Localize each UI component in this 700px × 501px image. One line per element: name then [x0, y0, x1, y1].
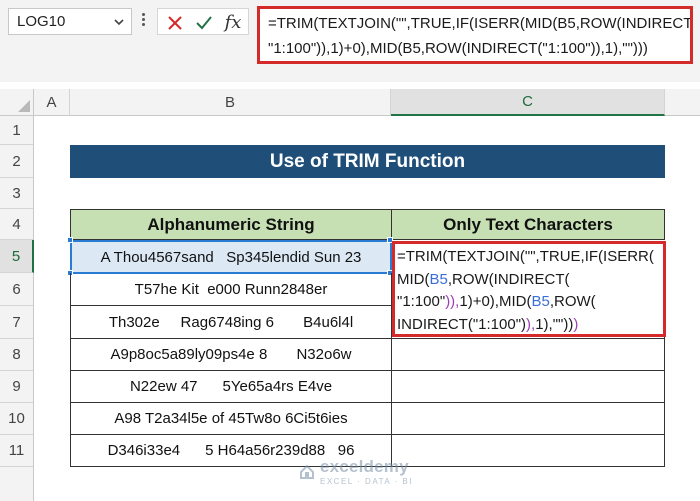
column-header-d[interactable]	[665, 89, 700, 116]
edit-line-4: INDIRECT("1:100")),1),"")))	[397, 314, 663, 335]
formula-segment: ,ROW(INDIRECT(	[447, 270, 570, 288]
watermark-tagline: EXCEL · DATA · BI	[320, 477, 413, 486]
formula-segment: )),	[445, 293, 460, 310]
insert-function-icon: fx	[224, 12, 242, 33]
formula-segment: 1),""))	[535, 315, 574, 333]
formula-segment: 1)+0),MID(	[459, 293, 532, 310]
edit-line-1: =TRIM(TEXTJOIN("",TRUE,IF(ISERR(	[397, 246, 663, 269]
row-header-8[interactable]: 8	[0, 339, 34, 371]
formula-segment: ,ROW(	[549, 293, 596, 310]
formula-buttons: fx	[157, 8, 249, 35]
cell-b7[interactable]: Th302e Rag6748ing 6 B4u6l4l	[70, 306, 392, 339]
edit-line-2: MID(B5,ROW(INDIRECT(	[397, 269, 663, 292]
cell-reference: B5	[531, 293, 550, 310]
row-header-4[interactable]: 4	[0, 209, 34, 240]
row-header-11[interactable]: 11	[0, 435, 34, 467]
selection-handle[interactable]	[67, 237, 73, 243]
formula-line-1: =TRIM(TEXTJOIN("",TRUE,IF(ISERR(MID(B5,R…	[268, 15, 693, 32]
row-header-9[interactable]: 9	[0, 371, 34, 403]
formula-segment: ),	[526, 315, 536, 333]
name-box-value: LOG10	[17, 13, 66, 30]
column-header-c[interactable]: C	[391, 89, 665, 116]
exceldemy-logo-icon	[300, 464, 314, 479]
formula-line-2: "1:100")),1)+0),MID(B5,ROW(INDIRECT("1:1…	[268, 40, 648, 57]
formula-segment: INDIRECT("1:100")	[397, 315, 527, 333]
cell-b8[interactable]: A9p8oc5a89ly09ps4e 8 N32o6w	[70, 339, 392, 371]
cell-c10[interactable]	[391, 403, 665, 435]
cell-b10[interactable]: A98 T2a34l5e of 45Tw8o 6Ci5t6ies	[70, 403, 392, 435]
cell-b9[interactable]: N22ew 47 5Ye65a4rs E4ve	[70, 371, 392, 403]
watermark-name: exceldemy	[320, 457, 409, 476]
cell-reference: B5	[429, 270, 448, 288]
cell-b6[interactable]: T57he Kit e000 Runn2848er	[70, 273, 392, 306]
column-header-b[interactable]: B	[70, 89, 391, 116]
row-header-10[interactable]: 10	[0, 403, 34, 435]
cell-c8[interactable]	[391, 339, 665, 371]
cell-c5-edit[interactable]: =TRIM(TEXTJOIN("",TRUE,IF(ISERR(MID(B5,R…	[392, 241, 666, 337]
column-header-a[interactable]: A	[34, 89, 70, 116]
formula-input[interactable]: =TRIM(TEXTJOIN("",TRUE,IF(ISERR(MID(B5,R…	[257, 6, 693, 64]
formula-segment: MID(	[397, 270, 430, 288]
edit-line-3: "1:100")),1)+0),MID(B5,ROW(	[397, 291, 663, 314]
name-box[interactable]: LOG10	[8, 8, 132, 35]
enter-button[interactable]	[189, 9, 219, 36]
cancel-button[interactable]	[160, 9, 190, 36]
cell-b5[interactable]: A Thou4567sand Sp345lendid Sun 23	[70, 240, 392, 274]
row-header-6[interactable]: 6	[0, 273, 34, 306]
cancel-icon	[168, 15, 182, 30]
cell-c11[interactable]	[391, 435, 665, 467]
formula-segment: "1:100"	[397, 293, 446, 310]
row-header-1[interactable]: 1	[0, 116, 34, 145]
row-header-3[interactable]: 3	[0, 178, 34, 209]
insert-function-button[interactable]: fx	[218, 9, 248, 36]
formula-segment: =TRIM(TEXTJOIN("",TRUE,IF(ISERR(	[397, 248, 654, 265]
header-only-text-characters[interactable]: Only Text Characters	[391, 209, 665, 240]
row-header-5[interactable]: 5	[0, 240, 34, 273]
formula-bar-grip[interactable]	[140, 11, 146, 31]
row-header-2[interactable]: 2	[0, 145, 34, 178]
exceldemy-watermark: exceldemy EXCEL · DATA · BI	[298, 457, 413, 486]
formula-segment: )	[573, 315, 579, 333]
select-all-corner[interactable]	[0, 89, 34, 116]
row-header-12[interactable]	[0, 467, 34, 501]
cell-c9[interactable]	[391, 371, 665, 403]
enter-icon	[196, 15, 212, 29]
formula-bar-area: LOG10 fx =TRIM(TEXTJOIN("",TRUE,IF(ISERR…	[0, 0, 700, 82]
header-alphanumeric-string[interactable]: Alphanumeric String	[70, 209, 392, 240]
sheet-title[interactable]: Use of TRIM Function	[70, 145, 665, 178]
row-header-7[interactable]: 7	[0, 306, 34, 339]
chevron-down-icon[interactable]	[113, 16, 125, 28]
